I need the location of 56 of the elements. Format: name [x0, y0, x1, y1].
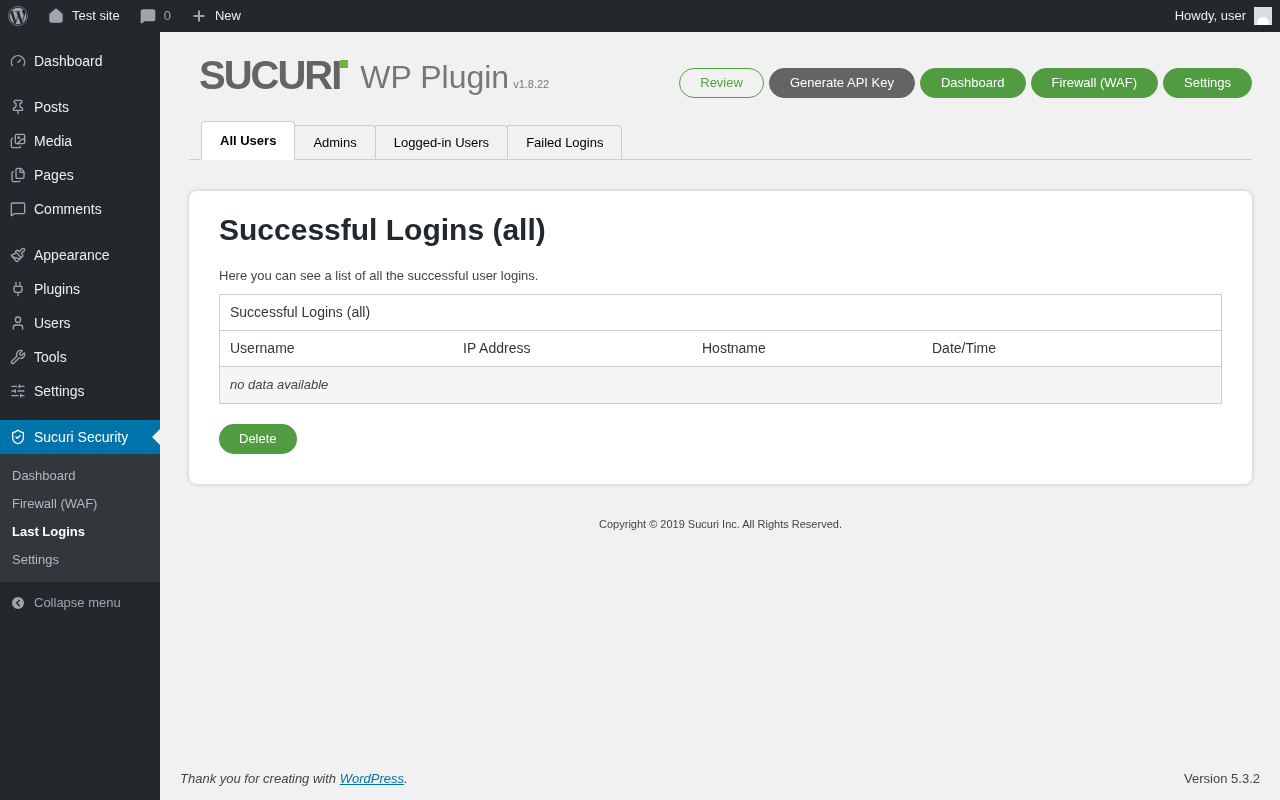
new-link[interactable]: New	[214, 6, 241, 26]
copyright: Copyright © 2019 Sucuri Inc. All Rights Reserved.	[598, 516, 843, 532]
tab[interactable]: Admins	[294, 125, 376, 160]
home-icon[interactable]	[48, 8, 64, 24]
wrench-icon	[10, 349, 26, 365]
submenu-item[interactable]: Settings	[0, 546, 160, 574]
submenu-item[interactable]: Firewall (WAF)	[0, 490, 160, 518]
shield-icon	[10, 429, 26, 445]
active-pointer-icon	[152, 429, 160, 445]
column-header: Hostname	[702, 338, 767, 358]
table-caption: Successful Logins (all)	[220, 294, 1221, 331]
wordpress-logo-icon[interactable]	[8, 6, 28, 26]
menu-item[interactable]: Settings	[0, 374, 160, 408]
speech-bubble-icon	[10, 201, 26, 217]
sliders-icon	[10, 383, 26, 399]
menu-item[interactable]: Tools	[0, 340, 160, 374]
menu-item[interactable]: Dashboard	[0, 44, 160, 78]
sucuri-logo: SUCURI	[199, 56, 349, 94]
column-header: Username	[230, 338, 296, 358]
plus-icon[interactable]	[190, 8, 207, 24]
submenu-item[interactable]: Dashboard	[0, 462, 160, 490]
tab[interactable]: All Users	[201, 121, 296, 160]
menu-item[interactable]: Sucuri Security	[0, 420, 160, 454]
menu-item[interactable]: Plugins	[0, 272, 160, 306]
menu-item[interactable]: Pages	[0, 158, 160, 192]
images-icon	[10, 133, 26, 149]
user-icon	[10, 315, 26, 331]
pin-icon	[10, 99, 26, 115]
comment-count[interactable]: 0	[163, 6, 171, 26]
menu-item[interactable]: Posts	[0, 90, 160, 124]
version: v1.8.22	[513, 76, 550, 92]
header-button[interactable]: Generate API Key	[768, 68, 915, 98]
wordpress-link[interactable]: WordPress	[339, 770, 404, 786]
panel-title: Successful Logins (all)	[219, 212, 547, 248]
column-header: Date/Time	[932, 338, 998, 358]
speech-bubble-icon[interactable]	[139, 8, 156, 24]
menu-item[interactable]: Appearance	[0, 238, 160, 272]
column-header: IP Address	[463, 338, 532, 358]
plugin-title: WP Plugin	[360, 60, 510, 94]
description: Here you can see a list of all the successful user logins.	[219, 267, 540, 285]
version-text: Version 5.3.2	[1184, 769, 1260, 788]
submenu-item[interactable]: Last Logins	[0, 518, 160, 546]
site-link[interactable]: Test site	[72, 6, 120, 26]
greeting[interactable]: Howdy, user	[1174, 6, 1246, 26]
pages-icon	[10, 167, 26, 183]
menu-item[interactable]: Media	[0, 124, 160, 158]
tab[interactable]: Failed Logins	[507, 125, 623, 160]
menu-item[interactable]: Users	[0, 306, 160, 340]
gauge-icon	[10, 53, 26, 69]
collapse-icon[interactable]	[10, 595, 26, 611]
empty-message: no data available	[230, 375, 329, 394]
collapse-menu[interactable]: Collapse menu	[34, 593, 121, 613]
plug-icon	[10, 281, 26, 297]
menu-item[interactable]: Comments	[0, 192, 160, 226]
footer-text: Thank you for creating with WordPress.	[180, 769, 408, 788]
paintbrush-icon	[10, 247, 26, 263]
